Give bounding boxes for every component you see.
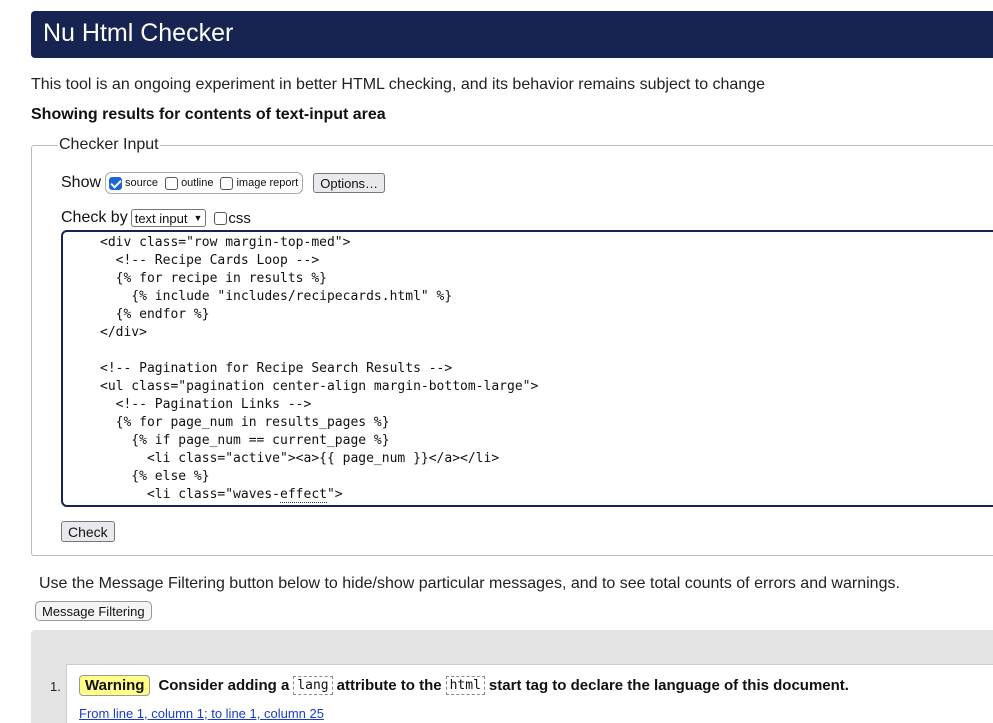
site-header: Nu Html Checker xyxy=(31,11,993,58)
source-line: <!-- Pagination for Recipe Search Result… xyxy=(100,361,453,376)
check-by-label: Check by xyxy=(61,209,128,226)
check-by-row: Check by text input ▼ css xyxy=(61,208,251,228)
source-label: source xyxy=(125,177,159,189)
warning-badge: Warning xyxy=(79,675,151,696)
chevron-down-icon: ▼ xyxy=(193,213,203,223)
page: Nu Html Checker This tool is an ongoing … xyxy=(0,0,993,723)
outline-label: outline xyxy=(181,177,214,189)
message-code-lang: lang xyxy=(293,676,333,695)
source-line: <div class="row margin-top-med"> xyxy=(100,235,351,250)
source-line: </div> xyxy=(100,325,147,340)
message-location-link[interactable]: From line 1, column 1; to line 1, column… xyxy=(79,706,324,721)
show-outline-option[interactable]: outline xyxy=(165,176,214,190)
options-button[interactable]: Options… xyxy=(313,173,386,193)
message-text: Warning Consider adding a lang attribute… xyxy=(79,675,849,696)
message-filtering-hint: Use the Message Filtering button below t… xyxy=(39,575,900,592)
intro-text: This tool is an ongoing experiment in be… xyxy=(31,76,766,93)
source-line: <li class="waves-effect"> xyxy=(100,487,343,503)
source-code: <div class="row margin-top-med"> <!-- Re… xyxy=(100,234,538,504)
source-line: <li class="active"><a>{{ page_num }}</a>… xyxy=(100,451,500,466)
source-line: {% if page_num == current_page %} xyxy=(100,433,390,448)
page-title: Nu Html Checker xyxy=(43,19,234,47)
source-line: <!-- Recipe Cards Loop --> xyxy=(100,253,320,268)
spellcheck-underline: effect xyxy=(280,487,327,503)
source-line: {% for recipe in results %} xyxy=(100,271,327,286)
source-line: {% else %} xyxy=(100,469,210,484)
showing-results-heading: Showing results for contents of text-inp… xyxy=(31,106,386,123)
checker-input-legend: Checker Input xyxy=(59,136,159,153)
image-report-label: image report xyxy=(236,177,299,189)
message-number: 1. xyxy=(50,679,61,694)
show-label: Show xyxy=(61,174,102,191)
show-source-option[interactable]: source xyxy=(109,176,159,190)
source-line: <ul class="pagination center-align margi… xyxy=(100,379,539,394)
show-options-row: Show source outline image report Options… xyxy=(61,172,386,194)
message-text-before: Consider adding a xyxy=(158,677,290,694)
source-line: <!-- Pagination Links --> xyxy=(100,397,312,412)
source-line: {% for page_num in results_pages %} xyxy=(100,415,390,430)
check-by-select[interactable]: text input ▼ xyxy=(130,209,207,227)
check-by-selected-value: text input xyxy=(134,210,188,226)
source-checkbox[interactable] xyxy=(109,176,123,190)
show-image-report-option[interactable]: image report xyxy=(220,176,299,190)
message-code-html: html xyxy=(445,676,485,695)
outline-checkbox[interactable] xyxy=(165,176,179,190)
source-textarea[interactable]: <div class="row margin-top-med"> <!-- Re… xyxy=(61,230,993,507)
css-checkbox[interactable] xyxy=(214,211,228,225)
show-options-group: source outline image report xyxy=(105,172,304,194)
image-report-checkbox[interactable] xyxy=(220,176,234,190)
message-text-after: start tag to declare the language of thi… xyxy=(488,677,849,694)
css-option[interactable]: css xyxy=(214,210,251,227)
check-button[interactable]: Check xyxy=(61,521,115,542)
source-line: {% endfor %} xyxy=(100,307,210,322)
message-text-middle: attribute to the xyxy=(336,677,442,694)
message-filtering-button[interactable]: Message Filtering xyxy=(35,601,152,621)
css-label: css xyxy=(228,209,251,227)
source-line: {% include "includes/recipecards.html" %… xyxy=(100,289,453,304)
